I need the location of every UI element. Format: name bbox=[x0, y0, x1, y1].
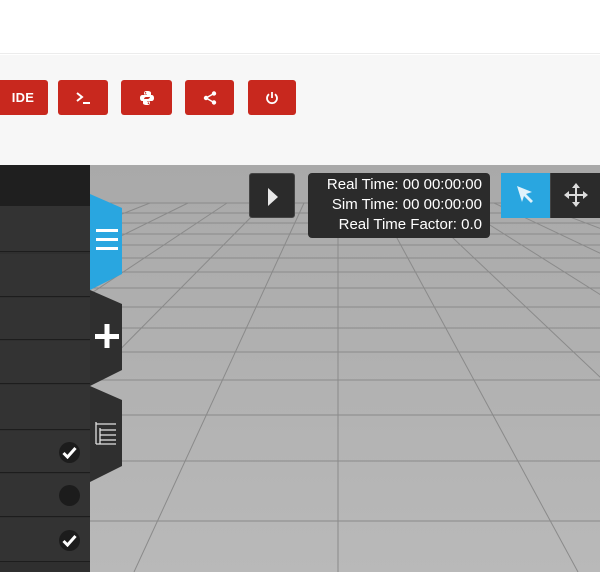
play-icon bbox=[268, 188, 278, 206]
visibility-checkbox[interactable] bbox=[59, 485, 80, 506]
sim-time-text: Sim Time: 00 00:00:00 bbox=[331, 196, 482, 213]
python-button[interactable] bbox=[121, 80, 172, 115]
share-button[interactable] bbox=[185, 80, 234, 115]
play-button[interactable] bbox=[249, 173, 295, 218]
panel-row[interactable] bbox=[0, 385, 90, 430]
panel-row[interactable] bbox=[0, 206, 90, 252]
panel-row[interactable] bbox=[0, 474, 90, 517]
panel-row[interactable] bbox=[0, 431, 90, 473]
translate-mode-button[interactable] bbox=[550, 173, 600, 218]
ide-button-label: IDE bbox=[11, 90, 35, 105]
cursor-arrow-icon bbox=[517, 186, 533, 203]
power-icon bbox=[266, 91, 278, 104]
app-header bbox=[0, 0, 600, 54]
sim-time-panel: Real Time: 00 00:00:00 Sim Time: 00 00:0… bbox=[308, 173, 490, 238]
terminal-button[interactable] bbox=[58, 80, 108, 115]
tab-tree[interactable] bbox=[90, 386, 122, 482]
real-time-factor-text: Real Time Factor: 0.0 bbox=[338, 216, 482, 233]
panel-row[interactable] bbox=[0, 341, 90, 384]
panel-row[interactable] bbox=[0, 254, 90, 297]
checkmark-icon bbox=[62, 535, 77, 547]
left-panel bbox=[0, 165, 90, 572]
power-button[interactable] bbox=[248, 80, 296, 115]
checkmark-icon bbox=[62, 447, 77, 459]
panel-row[interactable] bbox=[0, 518, 90, 562]
tab-menu[interactable] bbox=[90, 194, 122, 290]
share-icon bbox=[203, 90, 216, 105]
real-time-text: Real Time: 00 00:00:00 bbox=[326, 176, 482, 193]
python-icon bbox=[139, 90, 154, 105]
toolbar: IDE bbox=[0, 55, 600, 165]
visibility-checkbox-checked[interactable] bbox=[59, 442, 80, 463]
move-arrows-icon bbox=[564, 183, 588, 207]
left-panel-header bbox=[0, 165, 90, 206]
ide-button[interactable]: IDE bbox=[0, 80, 48, 115]
tab-insert[interactable] bbox=[90, 290, 122, 386]
visibility-checkbox-checked[interactable] bbox=[59, 530, 80, 551]
select-mode-button[interactable] bbox=[501, 173, 550, 218]
terminal-icon bbox=[76, 91, 90, 104]
panel-row[interactable] bbox=[0, 298, 90, 340]
